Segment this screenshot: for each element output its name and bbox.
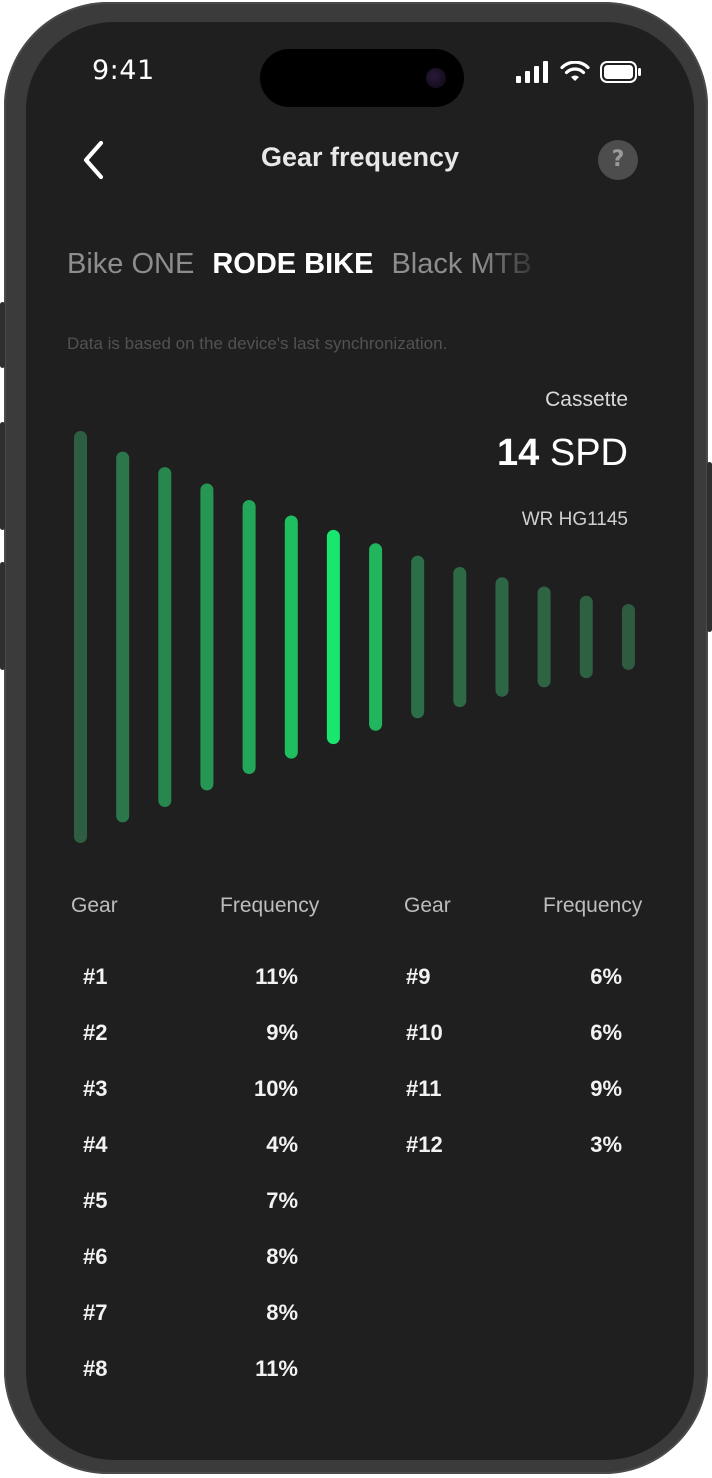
volume-down-button [0, 562, 5, 670]
gear-bar-5 [242, 500, 256, 774]
frequency-cell: 10% [253, 1076, 298, 1101]
gear-bar-4 [200, 483, 214, 791]
gear-cell: #12 [406, 1132, 443, 1157]
gear-bar-10 [453, 567, 467, 708]
gear-bar-1 [74, 431, 87, 843]
gear-cell: #4 [83, 1132, 108, 1157]
frequency-cell: 9% [590, 1076, 622, 1101]
gear-cell: #8 [83, 1356, 108, 1381]
frequency-cell: 9% [266, 1020, 298, 1045]
gear-bar-9 [411, 555, 425, 719]
frequency-cell: 11% [255, 1356, 298, 1381]
action-button [0, 302, 5, 368]
frequency-cell: 11% [255, 964, 298, 989]
gear-bar-11 [495, 577, 509, 697]
gear-cell: #1 [83, 964, 108, 989]
gear-cell: #3 [83, 1076, 108, 1101]
gear-bar-6 [284, 515, 298, 759]
header-gear-left: Gear [71, 894, 118, 917]
frequency-cell: 7% [266, 1188, 298, 1213]
gear-bar-7 [326, 529, 340, 745]
frequency-cell: 6% [590, 1020, 622, 1045]
gear-cell: #2 [83, 1020, 108, 1045]
gear-bar-2 [116, 451, 130, 823]
gear-frequency-chart [74, 431, 635, 843]
frequency-cell: 3% [590, 1132, 622, 1157]
gear-cell: #5 [83, 1188, 108, 1213]
gear-bar-13 [579, 595, 593, 679]
gear-cell: #11 [406, 1076, 442, 1101]
app-screen: 9:41 Gear frequency ? Bike ONE RODE BIKE… [26, 22, 694, 1460]
power-button [707, 462, 712, 632]
frequency-cell: 6% [590, 964, 622, 989]
phone-frame: 9:41 Gear frequency ? Bike ONE RODE BIKE… [0, 2, 712, 1474]
gear-cell: #9 [406, 964, 431, 989]
frequency-cell: 4% [266, 1132, 298, 1157]
header-gear-right: Gear [404, 894, 451, 917]
gear-bar-12 [537, 586, 551, 688]
header-frequency-left: Frequency [220, 894, 320, 917]
volume-up-button [0, 422, 5, 530]
gear-bar-8 [369, 543, 383, 731]
frequency-cell: 8% [266, 1244, 298, 1269]
frequency-cell: 8% [266, 1300, 298, 1325]
gear-cell: #7 [83, 1300, 108, 1325]
gear-bar-14 [621, 604, 635, 670]
header-frequency-right: Frequency [543, 894, 643, 917]
gear-cell: #10 [406, 1020, 443, 1045]
gear-bar-3 [158, 467, 172, 807]
gear-cell: #6 [83, 1244, 108, 1269]
